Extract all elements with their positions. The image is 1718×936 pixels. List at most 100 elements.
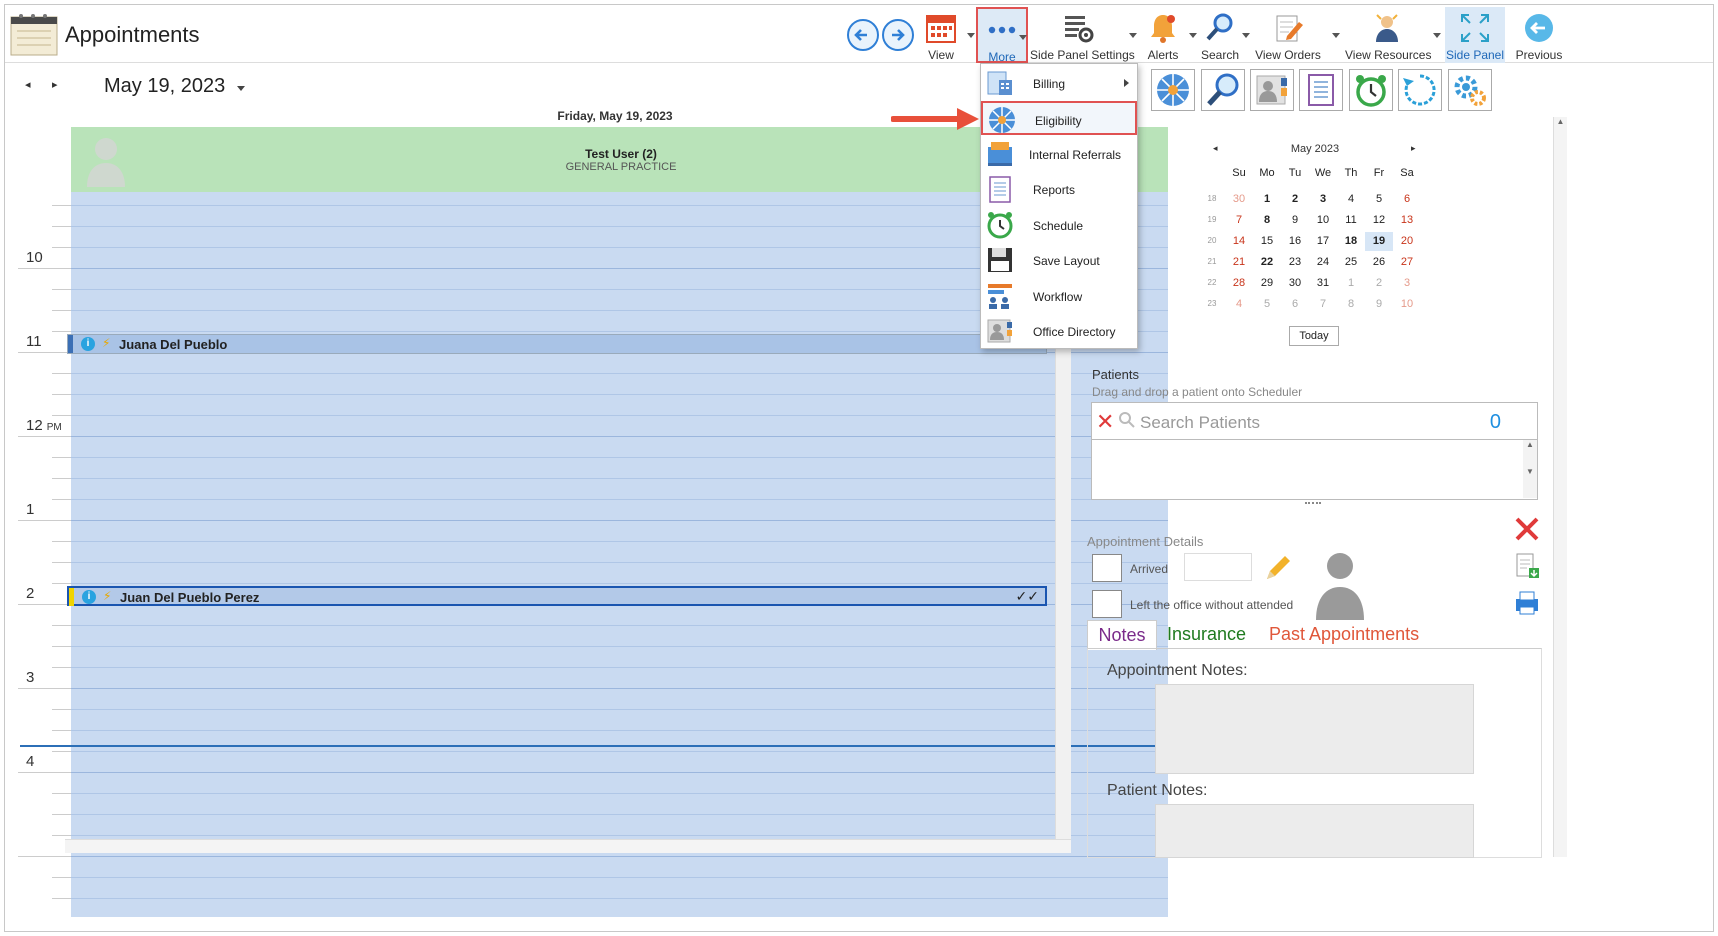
quick-eligibility-button[interactable] (1151, 69, 1195, 111)
print-icon[interactable] (1513, 589, 1541, 617)
menu-item-billing[interactable]: Billing (981, 66, 1137, 100)
mini-cal-day[interactable]: 16 (1281, 235, 1309, 247)
quick-search-button[interactable] (1201, 69, 1245, 111)
mini-cal-day[interactable]: 12 (1365, 214, 1393, 226)
alerts-button[interactable]: Alerts (1141, 7, 1185, 63)
mini-cal-day[interactable]: 21 (1225, 256, 1253, 268)
view-button[interactable]: View (918, 7, 964, 63)
mini-cal-day[interactable]: 2 (1281, 193, 1309, 205)
patient-search-input[interactable]: Search Patients (1140, 413, 1260, 433)
menu-item-internal-referrals[interactable]: Internal Referrals (981, 137, 1137, 171)
mini-cal-day[interactable]: 26 (1365, 256, 1393, 268)
menu-item-reports[interactable]: Reports (981, 172, 1137, 206)
mini-cal-day[interactable]: 13 (1393, 214, 1421, 226)
back-button[interactable] (847, 19, 879, 51)
quick-refresh-button[interactable] (1398, 69, 1442, 111)
mini-cal-day[interactable]: 29 (1253, 277, 1281, 289)
quick-reports-button[interactable] (1299, 69, 1343, 111)
mini-cal-next-button[interactable]: ▸ (1411, 143, 1416, 154)
mini-cal-day[interactable]: 31 (1309, 277, 1337, 289)
search-dropdown-icon[interactable] (1242, 33, 1250, 38)
mini-cal-day[interactable]: 4 (1337, 193, 1365, 205)
mini-cal-day[interactable]: 15 (1253, 235, 1281, 247)
tab-past-appointments[interactable]: Past Appointments (1269, 620, 1439, 650)
pencil-icon[interactable] (1263, 553, 1293, 583)
tab-notes[interactable]: Notes (1087, 620, 1157, 650)
mini-cal-day[interactable]: 17 (1309, 235, 1337, 247)
mini-cal-day[interactable]: 1 (1337, 277, 1365, 289)
mini-cal-day[interactable]: 18 (1337, 235, 1365, 247)
info-icon[interactable]: i (81, 337, 95, 351)
mini-cal-day[interactable]: 19 (1365, 232, 1393, 251)
view-orders-dropdown-icon[interactable] (1332, 33, 1340, 38)
view-resources-dropdown-icon[interactable] (1433, 33, 1441, 38)
mini-cal-day[interactable]: 5 (1253, 298, 1281, 310)
today-button[interactable]: Today (1289, 326, 1339, 346)
clear-search-icon[interactable]: ✕ (1096, 409, 1114, 435)
splitter-handle[interactable] (1305, 502, 1321, 505)
menu-item-eligibility[interactable]: Eligibility (981, 101, 1137, 135)
mini-cal-day[interactable]: 22 (1253, 256, 1281, 268)
alerts-dropdown-icon[interactable] (1189, 33, 1197, 38)
appointment-juan-del-pueblo-perez[interactable]: i ⚡ Juan Del Pueblo Perez ✓✓ (67, 586, 1047, 606)
forward-button[interactable] (882, 19, 914, 51)
menu-item-save-layout[interactable]: Save Layout (981, 243, 1137, 277)
mini-cal-day[interactable]: 8 (1337, 298, 1365, 310)
delete-icon[interactable] (1513, 515, 1541, 543)
mini-cal-day[interactable]: 4 (1225, 298, 1253, 310)
mini-cal-day[interactable]: 24 (1309, 256, 1337, 268)
mini-cal-day[interactable]: 30 (1225, 193, 1253, 205)
scheduler-horizontal-scrollbar[interactable] (65, 839, 1071, 853)
menu-item-workflow[interactable]: Workflow (981, 279, 1137, 313)
info-icon[interactable]: i (82, 590, 96, 604)
left-office-checkbox[interactable] (1092, 590, 1122, 618)
patient-notes-textarea[interactable] (1155, 804, 1474, 858)
quick-settings-button[interactable] (1448, 69, 1492, 111)
mini-cal-day[interactable]: 10 (1309, 214, 1337, 226)
mini-cal-day[interactable]: 27 (1393, 256, 1421, 268)
appointment-juana-del-pueblo[interactable]: i ⚡ Juana Del Pueblo (67, 334, 1047, 354)
mini-cal-day[interactable]: 1 (1253, 193, 1281, 205)
patient-list-scrollbar[interactable]: ▲ ▼ (1523, 440, 1537, 498)
mini-cal-day[interactable]: 11 (1337, 214, 1365, 226)
mini-cal-day[interactable]: 10 (1393, 298, 1421, 310)
previous-button[interactable]: Previous (1511, 7, 1567, 63)
mini-cal-day[interactable]: 9 (1281, 214, 1309, 226)
mini-cal-day[interactable]: 7 (1309, 298, 1337, 310)
view-orders-button[interactable]: View Orders (1255, 7, 1321, 63)
current-date[interactable]: May 19, 2023 (104, 75, 225, 98)
mini-cal-day[interactable]: 3 (1393, 277, 1421, 289)
tab-insurance[interactable]: Insurance (1167, 620, 1262, 650)
prev-day-button[interactable]: ◂ (25, 78, 31, 91)
arrived-time-input[interactable] (1184, 553, 1252, 581)
side-panel-button[interactable]: Side Panel (1445, 7, 1505, 63)
quick-schedule-button[interactable] (1349, 69, 1393, 111)
mini-cal-day[interactable]: 25 (1337, 256, 1365, 268)
mini-cal-day[interactable]: 6 (1393, 193, 1421, 205)
patient-results-list[interactable]: ▲ ▼ (1091, 440, 1538, 500)
mini-cal-day[interactable]: 2 (1365, 277, 1393, 289)
more-button[interactable]: More (976, 7, 1028, 64)
mini-cal-day[interactable]: 23 (1281, 256, 1309, 268)
arrived-checkbox[interactable] (1092, 554, 1122, 582)
side-panel-settings-button[interactable]: Side Panel Settings (1030, 7, 1135, 63)
mini-cal-day[interactable]: 9 (1365, 298, 1393, 310)
next-day-button[interactable]: ▸ (52, 78, 58, 91)
side-panel-scrollbar[interactable]: ▲ (1553, 117, 1567, 857)
mini-cal-day[interactable]: 14 (1225, 235, 1253, 247)
export-document-icon[interactable] (1513, 552, 1541, 580)
quick-directory-button[interactable] (1250, 69, 1294, 111)
mini-cal-day[interactable]: 3 (1309, 193, 1337, 205)
mini-cal-day[interactable]: 28 (1225, 277, 1253, 289)
appointment-notes-textarea[interactable] (1155, 684, 1474, 774)
side-panel-settings-dropdown-icon[interactable] (1129, 33, 1137, 38)
date-dropdown-icon[interactable] (237, 86, 245, 91)
mini-cal-day[interactable]: 7 (1225, 214, 1253, 226)
view-dropdown-icon[interactable] (967, 33, 975, 38)
menu-item-schedule[interactable]: Schedule (981, 208, 1137, 242)
search-button[interactable]: Search (1198, 7, 1242, 63)
mini-cal-day[interactable]: 30 (1281, 277, 1309, 289)
mini-cal-day[interactable]: 5 (1365, 193, 1393, 205)
mini-cal-day[interactable]: 6 (1281, 298, 1309, 310)
mini-cal-day[interactable]: 20 (1393, 235, 1421, 247)
